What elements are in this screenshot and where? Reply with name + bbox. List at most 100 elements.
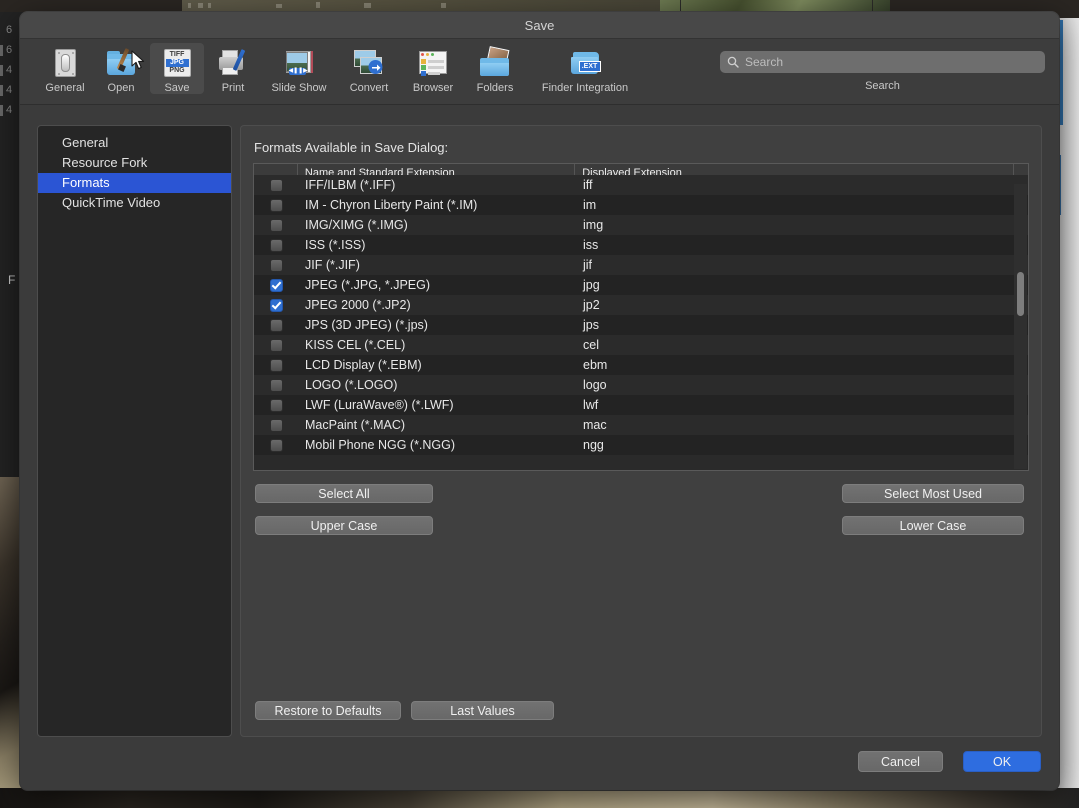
slideshow-icon: ◀❚❚▶ — [283, 48, 316, 79]
background-label: F — [8, 273, 16, 287]
table-row[interactable]: Mobil Phone NGG (*.NGG) ngg — [254, 435, 1028, 455]
table-scrollbar-thumb[interactable] — [1017, 272, 1024, 316]
row-checkbox-cell[interactable] — [254, 218, 298, 232]
checkbox-unchecked-icon[interactable] — [269, 258, 283, 272]
row-format-name: IFF/ILBM (*.IFF) — [305, 178, 396, 192]
row-format-name: LWF (LuraWave®) (*.LWF) — [305, 398, 454, 412]
restore-defaults-button[interactable]: Restore to Defaults — [255, 701, 401, 720]
checkbox-unchecked-icon[interactable] — [269, 218, 283, 232]
row-format-name: KISS CEL (*.CEL) — [305, 338, 406, 352]
row-checkbox-cell[interactable] — [254, 358, 298, 372]
last-values-button[interactable]: Last Values — [411, 701, 554, 720]
table-row[interactable]: IFF/ILBM (*.IFF) iff — [254, 175, 1028, 195]
sidebar-item-formats[interactable]: Formats — [38, 173, 231, 193]
row-displayed-extension: mac — [583, 418, 607, 432]
toolbar-item-print[interactable]: Print — [206, 43, 260, 94]
preferences-toolbar: General Open TIFF JPG PNG Save Print ◀❚❚… — [20, 39, 1059, 105]
row-displayed-extension: jif — [583, 258, 593, 272]
background-photo-strip-topright — [660, 0, 890, 12]
toolbar-item-label: Browser — [412, 82, 454, 94]
select-most-used-button[interactable]: Select Most Used — [842, 484, 1024, 503]
toolbar-item-browser[interactable]: Browser — [402, 43, 464, 94]
upper-case-button[interactable]: Upper Case — [255, 516, 433, 535]
row-checkbox-cell[interactable] — [254, 258, 298, 272]
background-number: 4 — [6, 104, 13, 116]
row-format-name: LOGO (*.LOGO) — [305, 378, 398, 392]
lower-case-button[interactable]: Lower Case — [842, 516, 1024, 535]
checkbox-unchecked-icon[interactable] — [269, 358, 283, 372]
row-checkbox-cell[interactable] — [254, 438, 298, 452]
checkbox-unchecked-icon[interactable] — [269, 418, 283, 432]
background-grid-divider — [872, 0, 873, 12]
row-checkbox-cell[interactable] — [254, 298, 298, 312]
printer-icon — [217, 48, 250, 79]
cancel-button[interactable]: Cancel — [858, 751, 943, 772]
row-displayed-extension: img — [583, 218, 604, 232]
toolbar-item-folders[interactable]: Folders — [466, 43, 524, 94]
formats-table: Name and Standard Extension Displayed Ex… — [253, 163, 1029, 471]
row-displayed-extension: jps — [583, 318, 599, 332]
table-row[interactable]: JPS (3D JPEG) (*.jps) jps — [254, 315, 1028, 335]
table-row[interactable]: LCD Display (*.EBM) ebm — [254, 355, 1028, 375]
search-field[interactable] — [720, 51, 1045, 73]
row-displayed-extension: ngg — [583, 438, 604, 452]
checkbox-checked-icon[interactable] — [269, 298, 283, 312]
row-checkbox-cell[interactable] — [254, 378, 298, 392]
table-row[interactable]: MacPaint (*.MAC) mac — [254, 415, 1028, 435]
checkbox-unchecked-icon[interactable] — [269, 178, 283, 192]
mouse-cursor — [131, 50, 145, 70]
toolbar-item-slide-show[interactable]: ◀❚❚▶ Slide Show — [262, 43, 336, 94]
row-checkbox-cell[interactable] — [254, 398, 298, 412]
row-checkbox-cell[interactable] — [254, 338, 298, 352]
row-format-name: JPS (3D JPEG) (*.jps) — [305, 318, 428, 332]
table-row[interactable]: ISS (*.ISS) iss — [254, 235, 1028, 255]
sidebar-item-resource-fork[interactable]: Resource Fork — [38, 153, 231, 173]
table-row[interactable]: KISS CEL (*.CEL) cel — [254, 335, 1028, 355]
row-displayed-extension: jp2 — [583, 298, 600, 312]
table-scrollbar[interactable] — [1014, 184, 1027, 469]
checkbox-checked-icon[interactable] — [269, 278, 283, 292]
table-row[interactable]: LOGO (*.LOGO) logo — [254, 375, 1028, 395]
dialog-title-bar: Save — [20, 12, 1059, 39]
row-displayed-extension: jpg — [583, 278, 600, 292]
select-all-button[interactable]: Select All — [255, 484, 433, 503]
toolbar-item-label: Print — [221, 82, 245, 94]
row-checkbox-cell[interactable] — [254, 278, 298, 292]
checkbox-unchecked-icon[interactable] — [269, 198, 283, 212]
table-row[interactable]: JIF (*.JIF) jif — [254, 255, 1028, 275]
toolbar-item-label: Open — [107, 82, 135, 94]
toolbar-item-general[interactable]: General — [38, 43, 92, 94]
table-row[interactable]: IM - Chyron Liberty Paint (*.IM) im — [254, 195, 1028, 215]
table-row[interactable]: IMG/XIMG (*.IMG) img — [254, 215, 1028, 235]
checkbox-unchecked-icon[interactable] — [269, 438, 283, 452]
sidebar-item-quicktime-video[interactable]: QuickTime Video — [38, 193, 231, 213]
general-switch-icon — [49, 48, 82, 79]
row-checkbox-cell[interactable] — [254, 198, 298, 212]
table-row[interactable]: JPEG (*.JPG, *.JPEG) jpg — [254, 275, 1028, 295]
row-checkbox-cell[interactable] — [254, 418, 298, 432]
table-row[interactable]: LWF (LuraWave®) (*.LWF) lwf — [254, 395, 1028, 415]
row-checkbox-cell[interactable] — [254, 238, 298, 252]
sidebar-item-general[interactable]: General — [38, 133, 231, 153]
search-caption: Search — [865, 80, 900, 92]
checkbox-unchecked-icon[interactable] — [269, 398, 283, 412]
row-checkbox-cell[interactable] — [254, 318, 298, 332]
toolbar-item-label: Slide Show — [271, 82, 327, 94]
row-displayed-extension: lwf — [583, 398, 599, 412]
search-icon — [727, 56, 739, 68]
search-input[interactable] — [745, 55, 1038, 69]
checkbox-unchecked-icon[interactable] — [269, 318, 283, 332]
checkbox-unchecked-icon[interactable] — [269, 378, 283, 392]
table-row[interactable]: JPEG 2000 (*.JP2) jp2 — [254, 295, 1028, 315]
row-displayed-extension: ebm — [583, 358, 608, 372]
row-checkbox-cell[interactable] — [254, 178, 298, 192]
toolbar-item-finder-integration[interactable]: .EXT Finder Integration — [526, 43, 644, 94]
checkbox-unchecked-icon[interactable] — [269, 238, 283, 252]
save-icon-row-tiff: TIFF — [169, 51, 185, 58]
ok-button[interactable]: OK — [963, 751, 1041, 772]
toolbar-item-convert[interactable]: Convert — [338, 43, 400, 94]
checkbox-unchecked-icon[interactable] — [269, 338, 283, 352]
background-number: 4 — [6, 84, 13, 96]
convert-arrow-icon — [353, 48, 386, 79]
toolbar-item-save[interactable]: TIFF JPG PNG Save — [150, 43, 204, 94]
